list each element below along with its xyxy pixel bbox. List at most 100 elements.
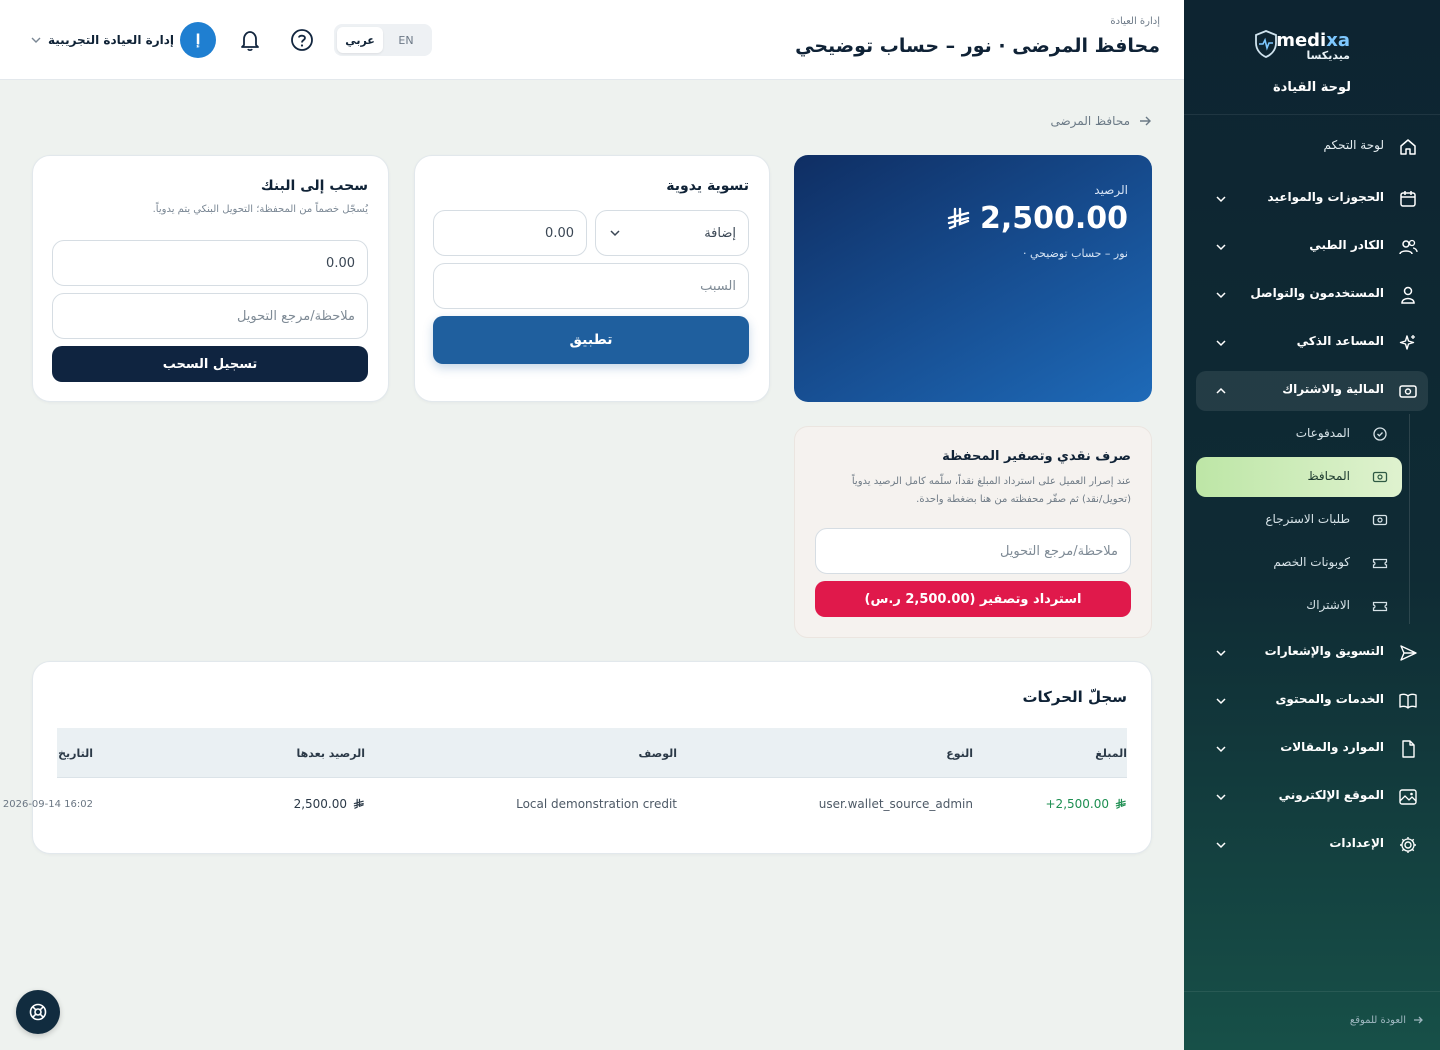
ticket-icon [1372,601,1388,612]
cell-balance-after: 2,500.00 [294,779,365,829]
sidebar-subitem-wallets[interactable]: المحافظ [1196,457,1402,497]
sidebar: medixa ميديكسا لوحة القيادة لوحة التحكم … [1184,0,1440,1050]
sidebar-item-marketing[interactable]: التسويق والإشعارات [1196,633,1428,673]
back-to-site-label: العودة للموقع [1349,1014,1406,1026]
sidebar-item-label: الخدمات والمحتوى [1275,692,1384,706]
gear-icon [1400,837,1416,853]
table-header: المبلغ النوع الوصف الرصيد بعدها التاريخ [57,728,1127,778]
cell-amount-value: +2,500.00 [1045,797,1110,811]
sidebar-item-users[interactable]: المستخدمون والتواصل [1196,275,1428,315]
notifications-button[interactable] [236,26,264,54]
user-menu[interactable]: إ إدارة العيادة التجريبية [30,22,216,58]
brand-name: medixa [1276,30,1350,51]
divider [1184,991,1440,992]
wallet-icon [1372,471,1388,483]
shield-logo-icon [1255,30,1277,58]
adjust-amount-input[interactable]: 0.00 [433,210,587,256]
help-button[interactable] [288,26,316,54]
brand-logo[interactable]: medixa ميديكسا [1184,28,1440,68]
sidebar-item-resources[interactable]: الموارد والمقالات [1196,729,1428,769]
book-icon [1399,693,1417,709]
sidebar-subitem-payments[interactable]: المدفوعات [1196,414,1402,454]
sidebar-item-ai-assistant[interactable]: المساعد الذكي [1196,323,1428,363]
cell-description: Local demonstration credit [516,797,677,811]
chevron-up-icon [1216,387,1226,394]
sidebar-item-dashboard[interactable]: لوحة التحكم [1196,127,1428,167]
apply-button[interactable]: تطبيق [433,316,749,364]
transactions-card: سجلّ الحركات المبلغ النوع الوصف الرصيد ب… [3,661,1152,854]
balance-amount: 2,500.00 [946,201,1128,236]
calendar-icon [1400,191,1416,207]
lang-arabic-button[interactable]: عربي [337,27,383,53]
ticket-icon [1372,558,1388,569]
withdraw-note-input[interactable]: ملاحظة/مرجع التحويل [52,293,368,339]
sidebar-item-website[interactable]: الموقع الإلكتروني [1196,777,1428,817]
withdraw-card: سحب إلى البنك يُسجّل خصماً من المحفظة؛ ا… [32,155,389,402]
sidebar-subitem-subscription[interactable]: الاشتراك [1196,586,1402,626]
adjust-type-value: إضافة [704,225,736,241]
cashout-note-input[interactable]: ملاحظة/مرجع التحويل [815,528,1131,574]
column-header-description[interactable]: الوصف [638,728,677,778]
user-icon [1401,286,1415,304]
chevron-down-icon [31,37,41,43]
sidebar-item-label: الموارد والمقالات [1280,740,1384,754]
page-title: محافظ المرضى · نور – حساب توضيحي [795,35,1160,57]
sidebar-subitem-label: الاشتراك [1306,598,1350,612]
record-withdraw-button[interactable]: تسجيل السحب [52,346,368,382]
lifebuoy-icon [29,1003,47,1021]
withdraw-hint: يُسجّل خصماً من المحفظة؛ التحويل البنكي … [152,204,368,215]
withdraw-amount-value: 0.00 [326,255,355,271]
accessibility-button[interactable] [16,990,60,1034]
back-to-site-link[interactable]: العودة للموقع [1350,1014,1424,1026]
sidebar-item-label: المالية والاشتراك [1282,382,1384,396]
sidebar-section-title: لوحة القيادة [1272,80,1352,95]
sidebar-item-label: الكادر الطبي [1309,238,1384,252]
send-icon [1400,645,1417,661]
chevron-down-icon [1216,794,1226,801]
sidebar-item-services[interactable]: الخدمات والمحتوى [1196,681,1428,721]
manual-adjust-card: تسوية يدوية إضافة 0.00 السبب تطبيق [414,155,770,402]
chevron-down-icon [1216,292,1226,299]
balance-label: الرصيد [1094,183,1128,197]
column-header-amount[interactable]: المبلغ [1095,728,1127,778]
sparkle-icon [1399,335,1415,350]
column-header-date[interactable]: التاريخ [58,728,93,778]
riyal-icon [947,207,970,229]
sidebar-item-finance[interactable]: المالية والاشتراك [1196,371,1428,411]
help-circle-icon [291,29,313,51]
avatar: إ [179,22,216,58]
check-circle-icon [1373,427,1387,441]
refund-and-zero-button[interactable]: استرداد وتصفير (2,500.00 ر.س) [815,581,1131,617]
chevron-down-icon [1216,842,1226,849]
adjust-type-select[interactable]: إضافة [595,210,749,256]
withdraw-amount-input[interactable]: 0.00 [52,240,368,286]
user-name: إدارة العيادة التجريبية [48,33,174,47]
arrow-right-icon [1140,116,1151,126]
sidebar-subitem-label: كوبونات الخصم [1273,555,1350,569]
cashout-description: عند إصرار العميل على استرداد المبلغ نقدا… [851,476,1131,505]
sidebar-item-bookings[interactable]: الحجوزات والمواعيد [1196,179,1428,219]
language-toggle: عربي EN [334,24,432,56]
sidebar-item-label: الإعدادات [1329,836,1384,850]
users-icon [1399,239,1418,255]
submenu-line [1409,414,1410,624]
sidebar-item-label: الموقع الإلكتروني [1278,788,1384,802]
cashout-note-placeholder: ملاحظة/مرجع التحويل [999,543,1118,559]
breadcrumb[interactable]: إدارة العيادة [1110,16,1160,27]
sidebar-item-medical-staff[interactable]: الكادر الطبي [1196,227,1428,267]
table-row[interactable]: +2,500.00 user.wallet_source_admin Local… [3,779,1127,829]
sidebar-subitem-refunds[interactable]: طلبات الاسترجاع [1196,500,1402,540]
cash-icon [1399,385,1417,398]
adjust-reason-placeholder: السبب [700,278,736,294]
chevron-down-icon [1216,746,1226,753]
column-header-type[interactable]: النوع [946,728,973,778]
withdraw-note-placeholder: ملاحظة/مرجع التحويل [236,308,355,324]
sidebar-item-settings[interactable]: الإعدادات [1196,825,1428,865]
sidebar-subitem-coupons[interactable]: كوبونات الخصم [1196,543,1402,583]
image-icon [1399,789,1417,805]
back-to-wallets-link[interactable]: محافظ المرضى [1050,114,1152,128]
column-header-balance-after[interactable]: الرصيد بعدها [297,728,366,778]
adjust-reason-input[interactable]: السبب [433,263,749,309]
divider [1184,114,1440,115]
lang-english-button[interactable]: EN [383,27,429,53]
